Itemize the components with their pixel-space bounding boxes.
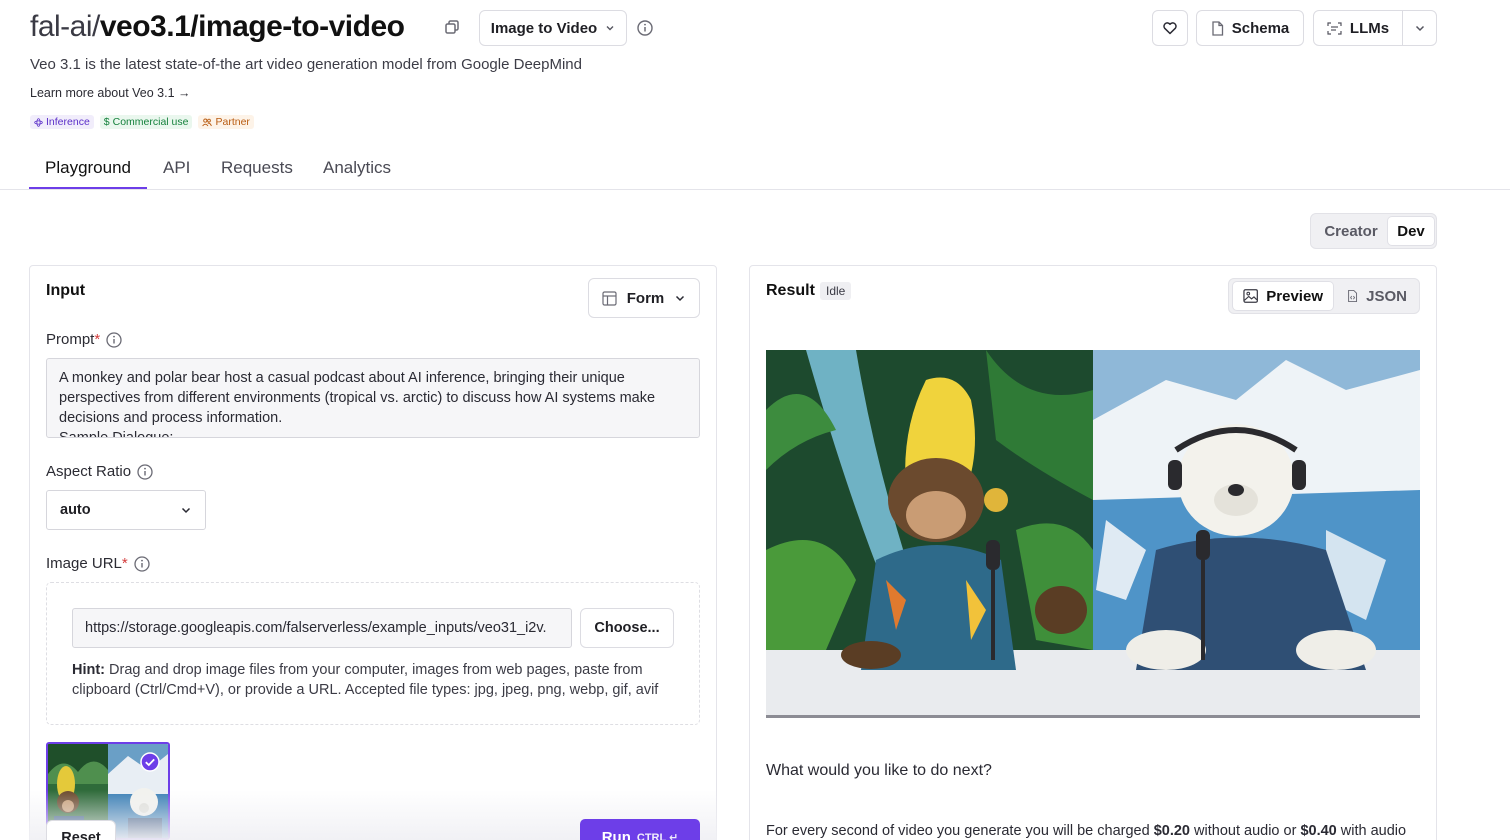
llms-button[interactable]: LLMs [1314, 11, 1403, 45]
info-icon[interactable] [137, 463, 153, 480]
mode-select-label: Image to Video [490, 19, 598, 37]
aspect-ratio-label: Aspect Ratio [46, 463, 153, 480]
llms-dropdown-toggle[interactable] [1403, 11, 1436, 45]
status-badge: Idle [820, 282, 852, 300]
tab-playground[interactable]: Playground [45, 158, 131, 178]
llms-button-group: LLMs [1313, 10, 1437, 46]
run-button[interactable]: Run CTRL ↵ [580, 819, 700, 840]
tab-requests[interactable]: Requests [221, 158, 293, 178]
favorite-button[interactable] [1152, 10, 1188, 46]
price-no-audio: $0.20 [1153, 823, 1190, 839]
file-icon [1212, 20, 1223, 36]
result-view-switch: Preview JSON [1228, 278, 1420, 314]
partner-badge: Partner [198, 115, 254, 129]
chevron-down-icon [181, 507, 191, 514]
json-tab[interactable]: JSON [1337, 282, 1417, 310]
creator-mode-option[interactable]: Creator [1315, 217, 1387, 245]
required-mark: * [94, 331, 101, 348]
copy-icon[interactable] [444, 19, 460, 35]
image-url-input[interactable]: https://storage.googleapis.com/falserver… [72, 608, 572, 648]
badge-list: Inference $ Commercial use Partner [30, 115, 254, 129]
choose-file-button[interactable]: Choose... [580, 608, 674, 648]
check-circle-icon [140, 752, 160, 772]
tab-analytics[interactable]: Analytics [323, 158, 391, 178]
run-shortcut-hint: CTRL ↵ [636, 832, 679, 840]
next-action-prompt: What would you like to do next? [766, 762, 992, 779]
input-mode-select[interactable]: Form [588, 278, 700, 318]
prompt-input[interactable]: A monkey and polar bear host a casual po… [46, 358, 700, 438]
prompt-label: Prompt* [46, 331, 122, 348]
mode-select[interactable]: Image to Video [479, 10, 627, 46]
chevron-down-icon [1415, 25, 1424, 32]
reset-button[interactable]: Reset [46, 820, 116, 840]
dollar-icon: $ [103, 116, 110, 128]
model-description: Veo 3.1 is the latest state-of-the art v… [30, 56, 582, 73]
chevron-down-icon [606, 26, 614, 31]
result-preview-image [766, 350, 1420, 718]
input-panel-title: Input [46, 282, 86, 299]
info-icon[interactable] [106, 331, 122, 348]
file-code-icon [1348, 289, 1358, 303]
result-panel-title: Result [766, 282, 815, 299]
atom-icon [34, 117, 43, 127]
pricing-note: For every second of video you generate y… [766, 823, 1407, 839]
preview-tab[interactable]: Preview [1233, 282, 1333, 310]
view-mode-toggle: Creator Dev [1310, 213, 1437, 249]
info-icon[interactable] [134, 555, 150, 572]
image-url-label: Image URL* [46, 555, 150, 572]
heart-icon [1163, 22, 1177, 35]
chevron-down-icon [676, 295, 685, 302]
image-icon [1243, 289, 1258, 303]
image-dropzone[interactable] [46, 582, 700, 725]
commercial-use-badge: $ Commercial use [99, 115, 193, 129]
info-icon[interactable] [637, 20, 653, 36]
schema-button[interactable]: Schema [1196, 10, 1304, 46]
active-tab-indicator [29, 187, 147, 189]
dev-mode-option[interactable]: Dev [1388, 217, 1434, 245]
page-title: fal-ai/veo3.1/image-to-video [30, 10, 405, 44]
users-icon [202, 118, 213, 126]
upload-hint: Hint: Drag and drop image files from you… [72, 662, 659, 698]
inference-badge: Inference [30, 115, 94, 129]
model-name: veo3.1/image-to-video [99, 10, 405, 43]
required-mark: * [121, 555, 128, 572]
layout-icon [602, 290, 617, 306]
tab-api[interactable]: API [163, 158, 190, 178]
namespace: fal-ai/ [30, 10, 100, 43]
podcast-scene-image [766, 350, 1420, 715]
learn-more-link[interactable]: Learn more about Veo 3.1 → [30, 86, 191, 100]
scan-text-icon [1327, 21, 1342, 35]
tab-bar: Playground API Requests Analytics [0, 150, 1510, 190]
price-with-audio: $0.40 [1300, 823, 1337, 839]
aspect-ratio-select[interactable]: auto [46, 490, 206, 530]
